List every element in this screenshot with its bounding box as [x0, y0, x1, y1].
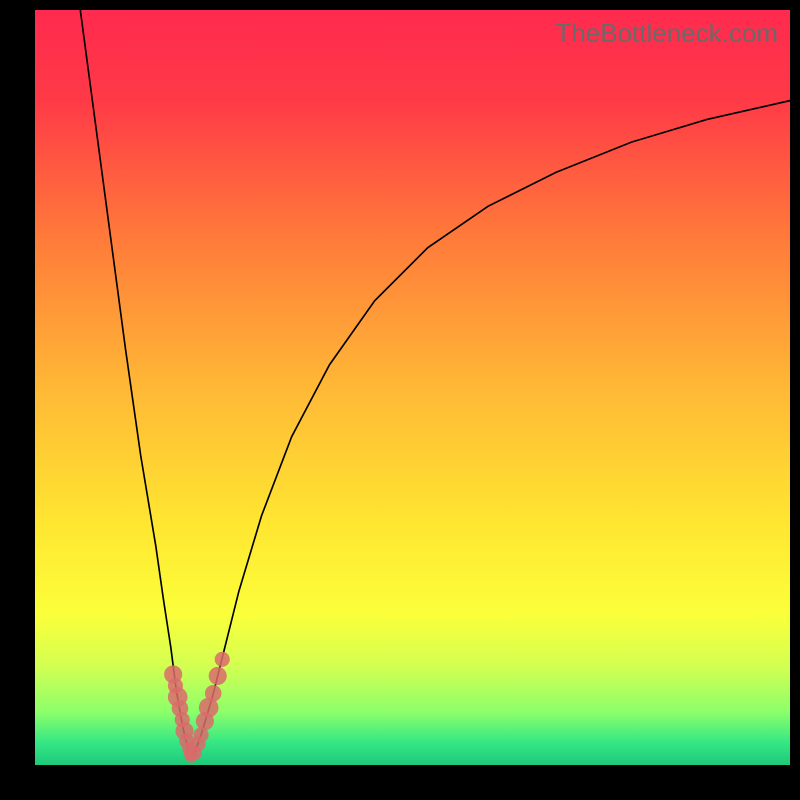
data-marker [205, 685, 222, 702]
background-gradient [35, 10, 790, 765]
bottleneck-chart [35, 10, 790, 765]
data-marker [209, 667, 227, 685]
data-marker [215, 652, 230, 667]
chart-frame: TheBottleneck.com [35, 10, 790, 765]
watermark-text: TheBottleneck.com [555, 18, 778, 49]
